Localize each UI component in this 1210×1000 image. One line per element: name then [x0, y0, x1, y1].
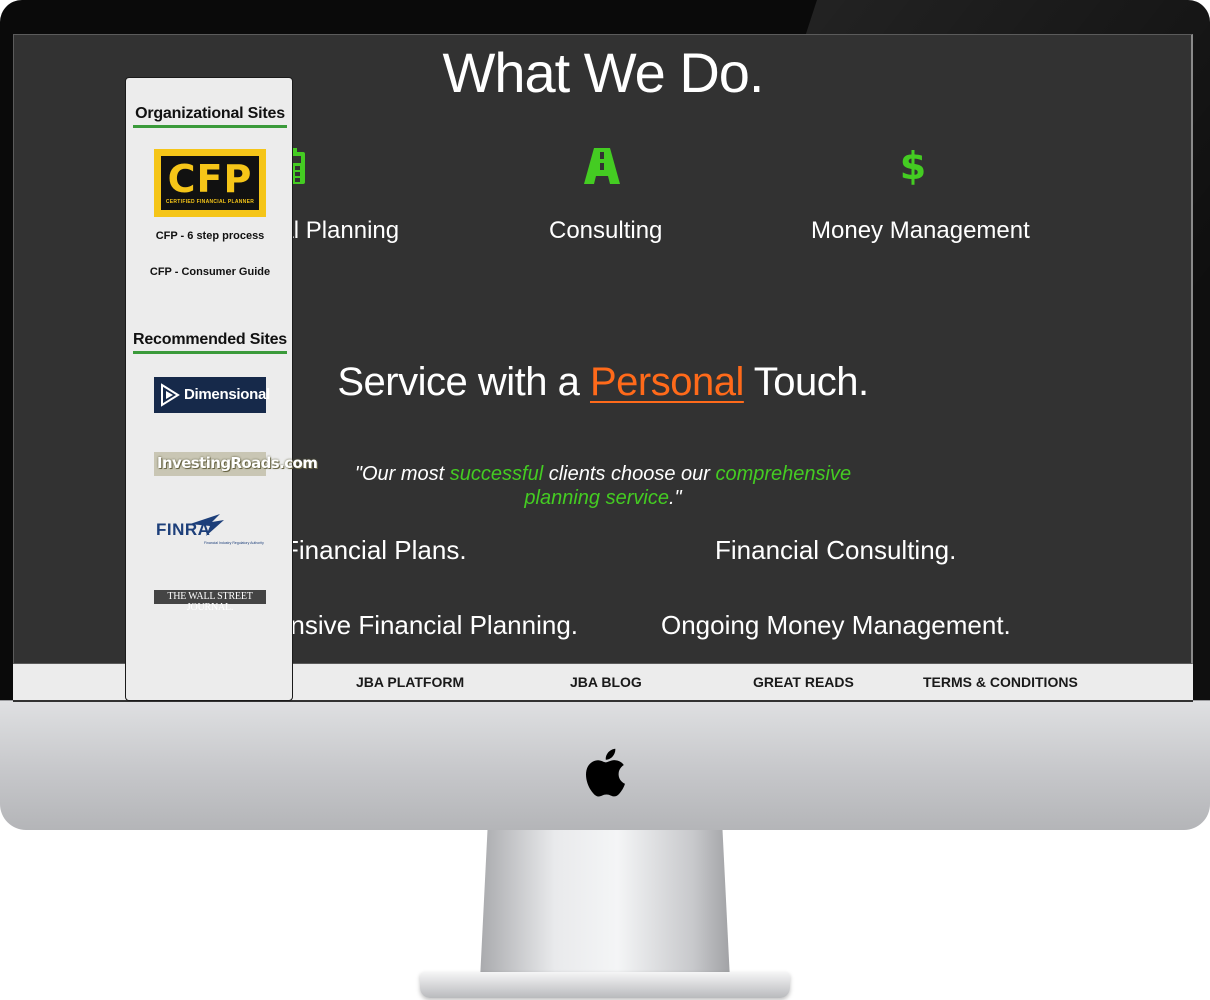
- cfp-logo-text: CFP: [167, 157, 253, 201]
- dimensional-logo-link[interactable]: Dimensional: [154, 377, 270, 413]
- quote-highlight: successful: [449, 463, 544, 485]
- quote-text: .": [668, 487, 682, 509]
- sidebar-link-cfp-6-step[interactable]: CFP - 6 step process: [126, 230, 294, 242]
- client-quote: "Our most successful clients choose our …: [353, 462, 853, 510]
- cfp-logo: CFP CERTIFIED FINANCIAL PLANNER: [161, 156, 259, 210]
- dimensional-logo-text: Dimensional: [184, 386, 270, 403]
- service-label-money-management: Money Management: [811, 217, 1030, 244]
- sidebar-link-cfp-consumer-guide[interactable]: CFP - Consumer Guide: [126, 266, 294, 278]
- road-icon: [584, 148, 620, 184]
- investing-roads-logo-link[interactable]: InvestingRoads.com: [154, 452, 318, 476]
- offering-money-management: Ongoing Money Management.: [661, 610, 1011, 640]
- apple-logo-icon: [585, 748, 625, 797]
- svg-text:$: $: [901, 146, 925, 186]
- dimensional-mark-icon: [161, 383, 180, 407]
- tagline-accent-link[interactable]: Personal: [590, 360, 744, 404]
- nav-link-jba-blog[interactable]: JBA BLOG: [570, 674, 642, 690]
- quote-text: clients choose our: [543, 463, 716, 485]
- finra-logo-text: FINRA: [156, 520, 211, 539]
- quote-text: "Our most: [354, 463, 450, 485]
- nav-link-terms-conditions[interactable]: TERMS & CONDITIONS: [923, 674, 1078, 690]
- sidebar-panel: Organizational Sites CFP CERTIFIED FINAN…: [125, 77, 318, 701]
- service-label-consulting: Consulting: [549, 217, 663, 244]
- offering-financial-consulting: Financial Consulting.: [715, 535, 957, 565]
- tagline-before: Service with a: [337, 360, 590, 404]
- cfp-logo-subtitle: CERTIFIED FINANCIAL PLANNER: [165, 199, 255, 205]
- monitor-stand: [480, 830, 730, 980]
- cfp-logo-link[interactable]: CFP CERTIFIED FINANCIAL PLANNER: [154, 149, 266, 217]
- wsj-logo-link[interactable]: THE WALL STREET JOURNAL.: [154, 590, 266, 613]
- nav-link-jba-platform[interactable]: JBA PLATFORM: [356, 674, 464, 690]
- finra-logo-link[interactable]: FINRA Financial Industry Regulatory Auth…: [156, 514, 266, 548]
- tagline-after: Touch.: [743, 360, 869, 404]
- monitor-stand-base: [420, 972, 790, 998]
- finra-logo-subtitle: Financial Industry Regulatory Authority: [204, 541, 264, 545]
- investing-roads-logo-text: InvestingRoads.com: [157, 454, 318, 472]
- screen: What We Do. $ Financial Planning Consult…: [13, 34, 1193, 702]
- offering-financial-plans: Financial Plans.: [283, 535, 467, 565]
- wsj-logo-text: THE WALL STREET JOURNAL.: [167, 591, 253, 613]
- sidebar-heading-organizational: Organizational Sites: [133, 105, 287, 128]
- dollar-icon: $: [901, 146, 925, 186]
- nav-link-great-reads[interactable]: GREAT READS: [753, 674, 854, 690]
- sidebar-heading-recommended: Recommended Sites: [133, 331, 287, 354]
